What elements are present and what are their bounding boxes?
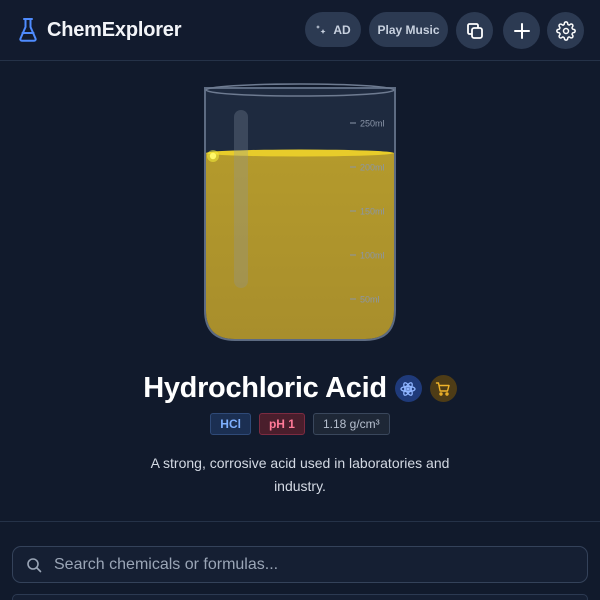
results-panel [12,594,588,600]
copy-button[interactable] [456,12,493,49]
sparkle-icon [316,24,326,34]
glass-reflection [234,110,248,288]
gear-icon [555,20,576,41]
tick-label: 150ml [360,207,385,217]
plus-icon [513,22,530,39]
chemical-title-row: Hydrochloric Acid [0,372,600,405]
beaker-illustration: 250ml 200ml 150ml 100ml 50ml [200,80,400,345]
search-input[interactable] [54,555,587,574]
divider [0,521,600,522]
density-badge: 1.18 g/cm³ [312,413,390,435]
copy-icon [466,22,483,39]
tick-label: 50ml [360,295,380,305]
beaker-svg: 250ml 200ml 150ml 100ml 50ml [204,83,396,341]
search-icon [27,557,42,572]
molecule-button[interactable] [394,375,422,402]
buy-button[interactable] [429,375,457,402]
cart-icon [436,381,450,396]
flask-icon [19,18,37,42]
play-music-button[interactable]: Play Music [369,12,448,47]
tick-label: 200ml [360,163,385,173]
atom-icon [400,381,416,396]
chemical-name: Hydrochloric Acid [143,372,387,404]
tick-label: 100ml [360,251,385,261]
app-title: ChemExplorer [47,18,182,41]
ad-button[interactable]: AD [305,12,361,47]
tick-label: 250ml [360,119,385,129]
brand[interactable]: ChemExplorer [18,17,182,43]
ad-label: AD [333,22,351,37]
search-bar[interactable] [12,546,588,583]
chemical-description: A strong, corrosive acid used in laborat… [150,455,450,494]
formula-badge: HCl [210,413,251,435]
settings-button[interactable] [547,12,584,49]
ph-badge: pH 1 [258,413,305,435]
top-bar: ChemExplorer AD Play Music [0,0,600,61]
add-button[interactable] [503,12,540,49]
play-music-label: Play Music [377,22,440,37]
property-tags: HCl pH 1 1.18 g/cm³ [0,413,600,435]
